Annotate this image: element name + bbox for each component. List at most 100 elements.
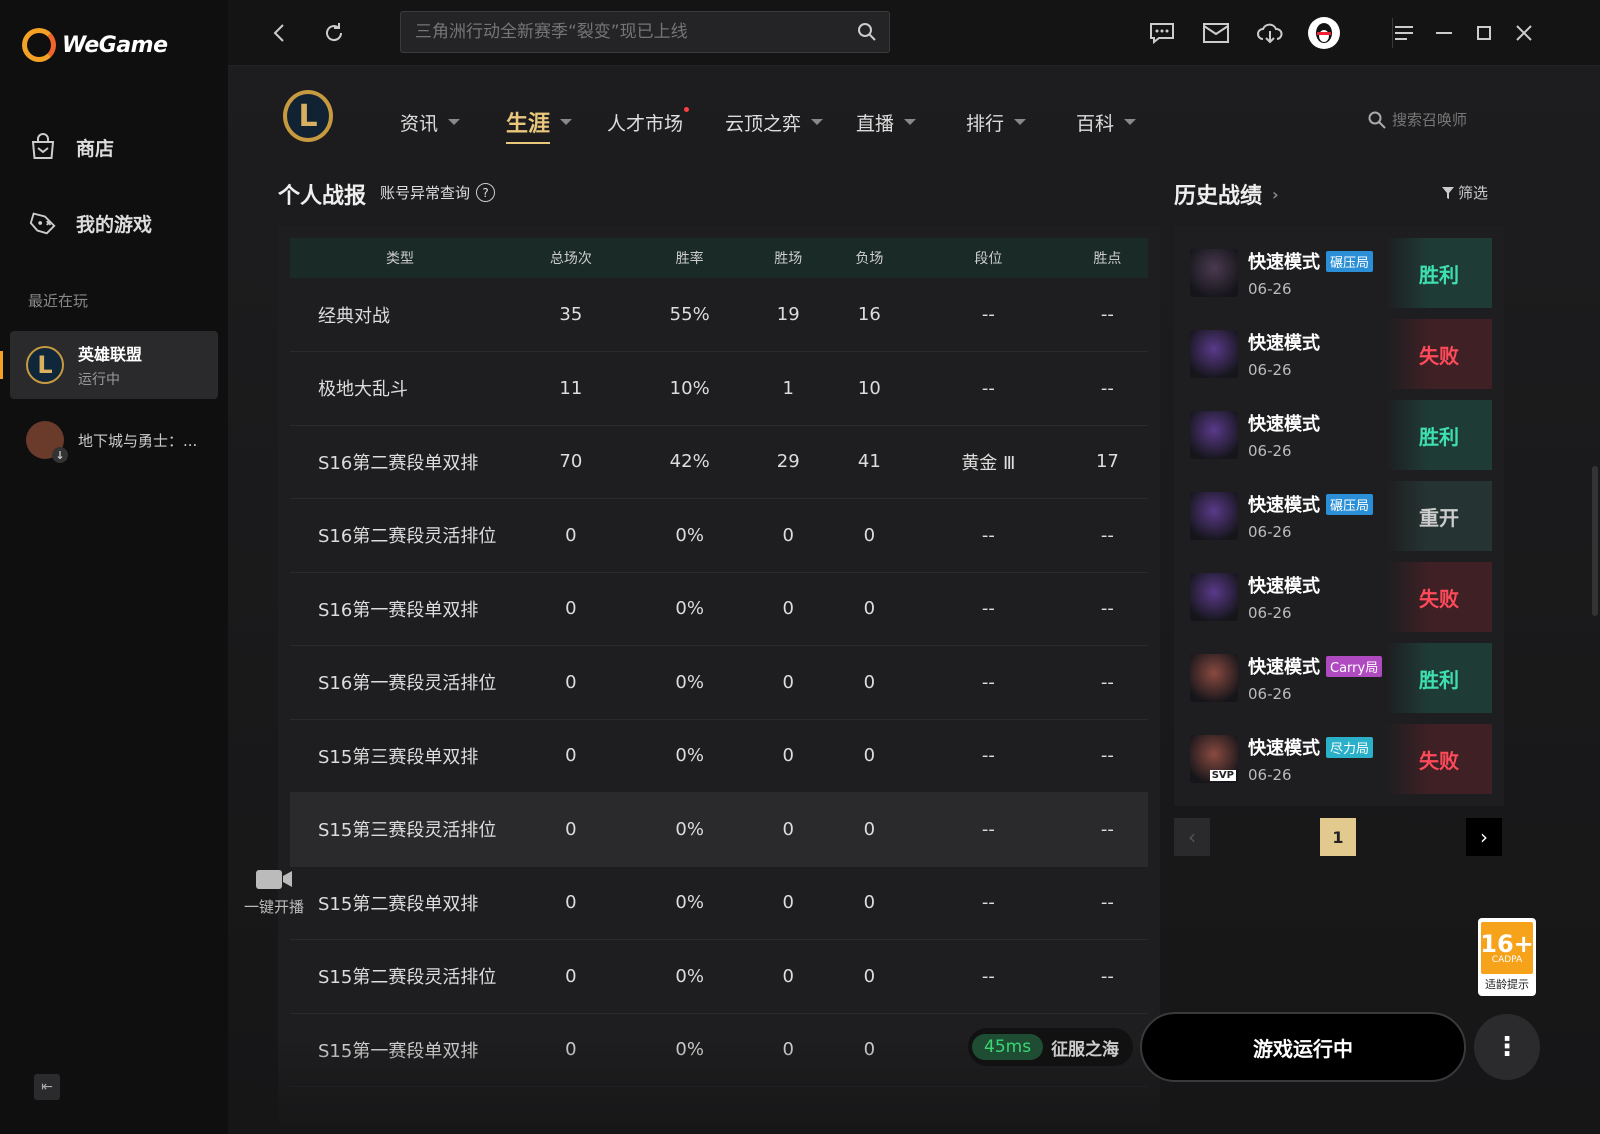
table-cell: 0 (828, 572, 910, 646)
account-check-label: 账号异常查询 (380, 184, 471, 202)
notification-dot (684, 106, 690, 112)
history-title[interactable]: 历史战绩 › (1174, 178, 1279, 210)
match-result: 失败 (1386, 724, 1492, 794)
table-row[interactable]: S15第三赛段灵活排位 0 0% 0 0 -- -- (290, 792, 1148, 867)
match-date: 06-26 (1248, 280, 1292, 298)
game-running-button[interactable]: 游戏运行中 (1140, 1012, 1466, 1082)
match-date: 06-26 (1248, 523, 1292, 541)
tab-career[interactable]: 生涯 (506, 106, 607, 144)
table-cell: 经典对战 (290, 278, 510, 352)
tab-wiki[interactable]: 百科 (1076, 106, 1137, 138)
match-mode-label: 快速模式 (1248, 333, 1320, 354)
match-item[interactable]: 快速模式 06-26 胜利 (1186, 400, 1492, 470)
match-item[interactable]: 快速模式 碾压局 06-26 重开 (1186, 481, 1492, 551)
table-cell: 0 (510, 1013, 632, 1087)
table-row[interactable]: S15第二赛段灵活排位 0 0% 0 0 -- -- (290, 939, 1148, 1014)
table-cell: -- (1066, 645, 1148, 720)
global-search-input[interactable] (415, 22, 845, 42)
tab-label: 云顶之弈 (725, 112, 802, 135)
tab-tft[interactable]: 云顶之弈 (725, 106, 856, 138)
collapse-sidebar-button[interactable]: ⇤ (34, 1074, 60, 1100)
recent-game-dnf[interactable]: ↓ 地下城与勇士：... (10, 406, 218, 474)
global-search[interactable] (400, 11, 890, 53)
next-page-button[interactable]: › (1466, 818, 1502, 856)
refresh-button[interactable] (318, 17, 350, 49)
tab-talent-market[interactable]: 人才市场 (607, 106, 725, 138)
page-number[interactable]: 1 (1320, 818, 1356, 856)
filter-button[interactable]: 筛选 (1442, 182, 1488, 203)
match-mode: 快速模式 (1248, 410, 1320, 436)
tab-label: 百科 (1076, 112, 1115, 135)
table-row[interactable]: S16第二赛段灵活排位 0 0% 0 0 -- -- (290, 498, 1148, 573)
match-date: 06-26 (1248, 604, 1292, 622)
table-row[interactable]: S15第二赛段单双排 0 0% 0 0 -- -- (290, 866, 1148, 940)
stream-label: 一键开播 (243, 898, 304, 916)
sidebar-item-my-games[interactable]: 我的游戏 (28, 209, 152, 237)
match-tag: 碾压局 (1326, 493, 1374, 515)
game-status: 运行中 (78, 372, 120, 388)
table-row[interactable]: S16第一赛段单双排 0 0% 0 0 -- -- (290, 572, 1148, 646)
more-options-button[interactable]: ⋮ (1474, 1014, 1540, 1080)
mail-button[interactable] (1200, 17, 1232, 49)
sidebar-item-label: 商店 (76, 137, 115, 160)
match-mode-label: 快速模式 (1248, 576, 1320, 597)
collapse-icon: ⇤ (41, 1079, 53, 1095)
summoner-search[interactable]: 搜索召唤师 (1368, 109, 1467, 130)
qq-avatar[interactable] (1308, 17, 1340, 49)
table-row[interactable]: S16第一赛段灵活排位 0 0% 0 0 -- -- (290, 645, 1148, 720)
lol-logo-icon[interactable]: L (283, 90, 333, 142)
chat-icon (1150, 23, 1174, 44)
match-item[interactable]: 快速模式 碾压局 06-26 胜利 (1186, 238, 1492, 308)
sidebar-item-shop[interactable]: 商店 (28, 133, 114, 161)
col-header: 胜率 (675, 251, 704, 267)
champion-avatar (1190, 249, 1238, 297)
scrollbar[interactable] (1592, 466, 1598, 616)
chevron-down-icon (1124, 119, 1137, 125)
stats-table: 类型 总场次 胜率 胜场 负场 段位 胜点 经典对战 35 55% 19 16 -- -- 极… (290, 238, 1148, 1087)
tab-news[interactable]: 资讯 (400, 106, 506, 138)
match-item[interactable]: SVP 快速模式 尽力局 06-26 失败 (1186, 724, 1492, 794)
one-click-stream-button[interactable]: 一键开播 (236, 866, 312, 917)
search-icon[interactable] (857, 22, 877, 42)
wegame-logo[interactable]: WeGame (22, 28, 168, 62)
table-row[interactable]: S16第二赛段单双排 70 42% 29 41 黄金 Ⅲ 17 (290, 425, 1148, 499)
table-cell: 0% (631, 1013, 748, 1087)
match-result: 胜利 (1386, 238, 1492, 308)
tab-rank[interactable]: 排行 (966, 106, 1076, 138)
prev-page-button[interactable]: ‹ (1174, 818, 1210, 856)
table-cell: S16第二赛段灵活排位 (290, 498, 510, 573)
champion-avatar (1190, 654, 1238, 702)
match-item[interactable]: 快速模式 06-26 失败 (1186, 562, 1492, 632)
match-item[interactable]: 快速模式 06-26 失败 (1186, 319, 1492, 389)
recent-game-lol[interactable]: L 英雄联盟 运行中 (0, 331, 218, 399)
server-ping[interactable]: 45ms 征服之海 (968, 1028, 1134, 1066)
maximize-button[interactable] (1468, 17, 1500, 49)
table-row[interactable]: 经典对战 35 55% 19 16 -- -- (290, 278, 1148, 352)
match-tag: 尽力局 (1326, 736, 1374, 758)
minimize-button[interactable] (1428, 17, 1460, 49)
sidebar: WeGame 商店 我的游戏 最近在玩 L 英雄联盟 运行中 ↓ 地下城与勇士：… (0, 0, 228, 1134)
match-item[interactable]: 快速模式 Carry局 06-26 胜利 (1186, 643, 1492, 713)
chat-button[interactable] (1146, 17, 1178, 49)
age-rating-org: CADPA (1491, 954, 1523, 965)
table-cell: 0 (828, 719, 910, 793)
table-row[interactable]: S15第三赛段单双排 0 0% 0 0 -- -- (290, 719, 1148, 793)
menu-button[interactable] (1388, 17, 1420, 49)
table-row[interactable]: 极地大乱斗 11 10% 1 10 -- -- (290, 351, 1148, 426)
table-cell: 0 (747, 866, 829, 940)
table-cell: 0 (828, 939, 910, 1014)
vertical-dots-icon: ⋮ (1494, 1032, 1520, 1062)
table-cell: S16第一赛段单双排 (290, 572, 510, 646)
table-cell: 11 (510, 351, 632, 426)
tab-live[interactable]: 直播 (856, 106, 966, 138)
close-button[interactable] (1508, 17, 1540, 49)
download-manager-button[interactable] (1254, 17, 1286, 49)
download-icon: ↓ (52, 447, 68, 463)
account-check-link[interactable]: 账号异常查询 ? (380, 182, 496, 203)
table-cell: 19 (747, 278, 829, 352)
back-button[interactable] (264, 17, 296, 49)
table-header-row: 类型 总场次 胜率 胜场 负场 段位 胜点 (290, 238, 1148, 278)
champion-avatar: SVP (1190, 735, 1238, 783)
help-icon[interactable]: ? (476, 183, 496, 202)
tab-label: 生涯 (506, 112, 551, 137)
